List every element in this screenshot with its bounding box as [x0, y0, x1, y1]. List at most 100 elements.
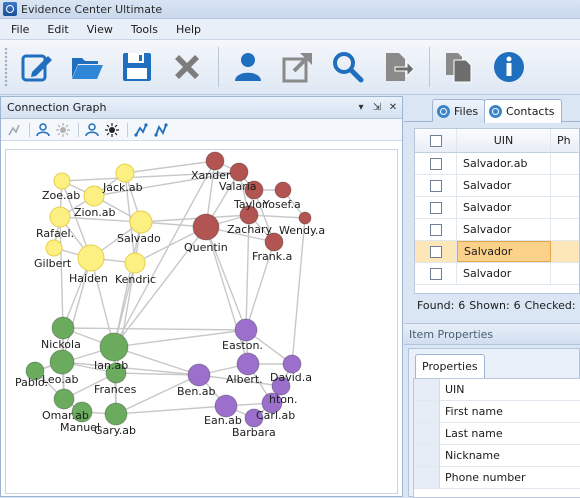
row-checkbox-cell[interactable]: [415, 241, 457, 262]
graph-node[interactable]: [236, 352, 260, 376]
search-button[interactable]: [325, 44, 371, 90]
uin-cell[interactable]: Salvador: [457, 263, 551, 284]
export-button[interactable]: [275, 44, 321, 90]
row-checkbox[interactable]: [429, 267, 442, 280]
graph-node[interactable]: [51, 316, 75, 340]
table-row[interactable]: Salvador: [415, 219, 579, 241]
path-alt-icon[interactable]: [152, 121, 170, 139]
pin-icon[interactable]: ⇲: [370, 102, 384, 113]
extract-button[interactable]: [375, 44, 421, 90]
graph-node[interactable]: [45, 239, 63, 257]
person-select-icon[interactable]: [83, 121, 101, 139]
graph-node[interactable]: [83, 185, 105, 207]
graph-node[interactable]: [104, 402, 128, 426]
open-folder-button[interactable]: [64, 44, 110, 90]
graph-node-label: Gilbert: [34, 257, 72, 270]
highlight-icon[interactable]: [54, 121, 72, 139]
new-case-button[interactable]: [14, 44, 60, 90]
property-row[interactable]: First name: [414, 401, 580, 423]
menu-file[interactable]: File: [0, 23, 38, 36]
graph-node[interactable]: [192, 213, 220, 241]
uin-cell[interactable]: Salvador: [457, 175, 551, 196]
focus-icon[interactable]: [103, 121, 121, 139]
row-checkbox-cell[interactable]: [415, 219, 457, 240]
contacts-grid[interactable]: UIN Ph Salvador.ab Salvador Salvador Sal…: [414, 128, 580, 294]
graph-node[interactable]: [49, 206, 71, 228]
column-header-phone[interactable]: Ph: [551, 129, 579, 152]
info-button[interactable]: [486, 44, 532, 90]
row-checkbox[interactable]: [429, 201, 442, 214]
row-checkbox-cell[interactable]: [415, 197, 457, 218]
panel-menu-icon[interactable]: ▾: [354, 102, 368, 113]
graph-node[interactable]: [129, 210, 153, 234]
properties-grid[interactable]: UIN First name Last name Nickname Phone …: [413, 378, 580, 498]
graph-node[interactable]: [115, 163, 135, 183]
contact-button[interactable]: [225, 44, 271, 90]
copy-button[interactable]: [436, 44, 482, 90]
graph-layout-icon[interactable]: [5, 121, 23, 139]
property-row[interactable]: UIN: [414, 379, 580, 401]
table-row-selected[interactable]: Salvador: [415, 241, 579, 263]
delete-button[interactable]: [164, 44, 210, 90]
row-checkbox[interactable]: [429, 157, 442, 170]
path-icon[interactable]: [132, 121, 150, 139]
row-checkbox-cell[interactable]: [415, 263, 457, 284]
row-checkbox[interactable]: [429, 223, 442, 236]
graph-node-label: Frank.a: [252, 250, 292, 263]
select-all-cell[interactable]: [415, 129, 457, 152]
graph-canvas[interactable]: Zoe.ab Jack.ab Zion.ab Rafael. Salvado Gilber…: [5, 149, 398, 494]
property-row[interactable]: Phone number: [414, 467, 580, 489]
graph-node[interactable]: [187, 363, 211, 387]
graph-node-label: Jack.ab: [102, 181, 143, 194]
phone-cell[interactable]: [551, 241, 579, 262]
graph-node[interactable]: [298, 211, 312, 225]
graph-node[interactable]: [49, 349, 75, 375]
uin-cell[interactable]: Salvador: [457, 219, 551, 240]
graph-node-label: Valaria: [219, 180, 257, 193]
phone-cell[interactable]: [551, 197, 579, 218]
table-row[interactable]: Salvador: [415, 175, 579, 197]
toolbar-grip[interactable]: [4, 47, 8, 87]
menu-tools[interactable]: Tools: [122, 23, 167, 36]
person-filter-icon[interactable]: [34, 121, 52, 139]
uin-cell[interactable]: Salvador.ab: [457, 153, 551, 174]
tab-contacts[interactable]: Contacts: [484, 99, 562, 123]
uin-cell[interactable]: Salvador: [457, 241, 551, 262]
menu-help[interactable]: Help: [167, 23, 210, 36]
property-row[interactable]: Last name: [414, 423, 580, 445]
phone-cell[interactable]: [551, 175, 579, 196]
row-checkbox-cell[interactable]: [415, 153, 457, 174]
property-row[interactable]: Nickname: [414, 445, 580, 467]
copy-icon: [446, 53, 472, 83]
tab-properties[interactable]: Properties: [415, 354, 485, 378]
select-all-checkbox[interactable]: [429, 134, 442, 147]
table-row[interactable]: Salvador.ab: [415, 153, 579, 175]
graph-node[interactable]: [53, 172, 71, 190]
menu-edit[interactable]: Edit: [38, 23, 77, 36]
save-button[interactable]: [114, 44, 160, 90]
graph-node[interactable]: [53, 388, 75, 410]
connection-graph[interactable]: Zoe.ab Jack.ab Zion.abRafael. Salvado Gilber…: [6, 150, 398, 494]
table-row[interactable]: Salvador: [415, 263, 579, 285]
row-checkbox[interactable]: [429, 179, 442, 192]
table-row[interactable]: Salvador: [415, 197, 579, 219]
row-checkbox[interactable]: [429, 245, 442, 258]
phone-cell[interactable]: [551, 263, 579, 284]
phone-cell[interactable]: [551, 153, 579, 174]
graph-node[interactable]: [124, 252, 146, 274]
graph-node[interactable]: [99, 332, 129, 362]
property-name: Last name: [445, 427, 503, 440]
row-checkbox-cell[interactable]: [415, 175, 457, 196]
column-header-uin[interactable]: UIN: [457, 129, 551, 152]
tab-files[interactable]: Files: [432, 99, 486, 122]
close-icon[interactable]: ✕: [386, 102, 400, 113]
graph-node[interactable]: [229, 162, 249, 182]
graph-node[interactable]: [77, 244, 105, 272]
graph-node[interactable]: [274, 181, 292, 199]
graph-node[interactable]: [205, 151, 225, 171]
menu-view[interactable]: View: [78, 23, 122, 36]
phone-cell[interactable]: [551, 219, 579, 240]
property-gutter: [414, 445, 440, 466]
uin-cell[interactable]: Salvador: [457, 197, 551, 218]
graph-node[interactable]: [234, 318, 258, 342]
